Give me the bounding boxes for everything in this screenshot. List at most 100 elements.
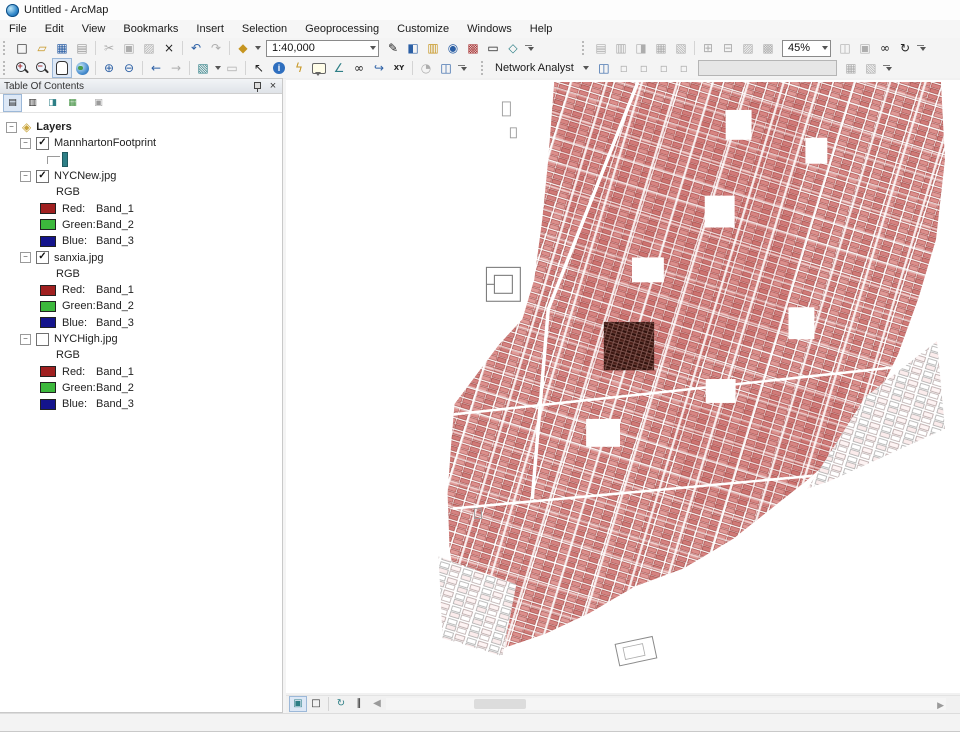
create-viewer-window-button[interactable]: ◫: [436, 58, 456, 78]
menu-help[interactable]: Help: [521, 20, 562, 38]
toc-close-icon[interactable]: ×: [268, 81, 278, 92]
list-by-visibility-button[interactable]: ◨: [43, 94, 62, 112]
go-back-extent-button[interactable]: ←: [146, 58, 166, 78]
modelbuilder-button[interactable]: ◇: [503, 38, 523, 58]
menu-customize[interactable]: Customize: [388, 20, 458, 38]
measure-tool[interactable]: ∠: [329, 58, 349, 78]
network-properties-button[interactable]: ▧: [861, 58, 881, 78]
menu-windows[interactable]: Windows: [458, 20, 521, 38]
layout-go-forward-extent-button[interactable]: ▩: [758, 38, 778, 58]
layout-pan-button[interactable]: ▧: [671, 38, 691, 58]
network-analyst-grip[interactable]: [481, 61, 488, 75]
html-popup-tool[interactable]: [309, 58, 329, 78]
horizontal-scrollbar[interactable]: ▶: [386, 698, 946, 710]
layers-root-label[interactable]: Layers: [36, 121, 71, 133]
fixed-zoom-out-button[interactable]: ⊖: [119, 58, 139, 78]
open-button[interactable]: ▱: [32, 38, 52, 58]
layer-label[interactable]: NYCHigh.jpg: [54, 333, 118, 345]
menu-insert[interactable]: Insert: [187, 20, 233, 38]
network-analyst-menu[interactable]: Network Analyst: [490, 62, 594, 74]
zoom-in-tool[interactable]: +: [12, 58, 32, 78]
pan-tool[interactable]: [52, 58, 72, 78]
menu-edit[interactable]: Edit: [36, 20, 73, 38]
new-map-button[interactable]: □: [12, 38, 32, 58]
add-data-dropdown[interactable]: [253, 39, 262, 57]
expander-icon[interactable]: −: [20, 252, 31, 263]
layout-zoom-in-button[interactable]: ◨: [631, 38, 651, 58]
layout-zoom-percent-combo[interactable]: 45%: [782, 40, 831, 57]
clear-selected-features-button[interactable]: ▭: [222, 58, 242, 78]
layout-view-button[interactable]: □: [307, 696, 325, 712]
data-driven-pages-button[interactable]: ↻: [895, 38, 915, 58]
catalog-window-button[interactable]: ▥: [423, 38, 443, 58]
scrollbar-thumb[interactable]: [474, 699, 526, 709]
table-of-contents-button[interactable]: ◧: [403, 38, 423, 58]
toolbar-overflow-button[interactable]: [456, 59, 467, 77]
layer-row-sanxia[interactable]: − ✓ sanxia.jpg: [0, 249, 282, 265]
select-features-dropdown[interactable]: [213, 59, 222, 77]
toolbar-overflow-button[interactable]: [881, 59, 892, 77]
pause-drawing-button[interactable]: ∥: [350, 696, 368, 712]
layer-label[interactable]: sanxia.jpg: [54, 252, 104, 264]
save-button[interactable]: ▦: [52, 38, 72, 58]
menu-bookmarks[interactable]: Bookmarks: [114, 20, 187, 38]
go-forward-extent-button[interactable]: →: [166, 58, 186, 78]
layout-zoom-out-button[interactable]: ▦: [651, 38, 671, 58]
fixed-zoom-in-button[interactable]: ⊕: [99, 58, 119, 78]
menu-view[interactable]: View: [73, 20, 115, 38]
layer-checkbox[interactable]: ✓: [36, 137, 49, 150]
focus-data-frame-button[interactable]: ▣: [855, 38, 875, 58]
layer-row-nycnew[interactable]: − ✓ NYCNew.jpg: [0, 168, 282, 184]
list-by-selection-button[interactable]: ▦: [63, 94, 82, 112]
paste-button[interactable]: ▨: [139, 38, 159, 58]
refresh-view-button[interactable]: ↻: [332, 696, 350, 712]
create-network-location-tool[interactable]: ▫: [614, 58, 634, 78]
toolbar-overflow-button[interactable]: [915, 39, 926, 57]
menu-file[interactable]: File: [0, 20, 36, 38]
menu-geoprocessing[interactable]: Geoprocessing: [296, 20, 388, 38]
layer-checkbox[interactable]: ✓: [36, 170, 49, 183]
layout-fixed-zoom-out-button[interactable]: ⊟: [718, 38, 738, 58]
toolbar-grip[interactable]: [3, 61, 10, 75]
add-data-button[interactable]: ◆: [233, 38, 253, 58]
map-canvas[interactable]: [286, 80, 960, 693]
select-elements-tool[interactable]: ↖: [249, 58, 269, 78]
go-to-xy-button[interactable]: XY: [389, 58, 409, 78]
layer-label[interactable]: MannhartonFootprint: [54, 137, 156, 149]
network-build-button[interactable]: ▦: [841, 58, 861, 78]
layer-row-mannhartonfootprint[interactable]: − ✓ MannhartonFootprint: [0, 135, 282, 151]
layer-checkbox[interactable]: [36, 333, 49, 346]
identify-tool[interactable]: i: [269, 58, 289, 78]
menu-selection[interactable]: Selection: [233, 20, 296, 38]
scroll-left-button[interactable]: ◀: [368, 696, 386, 712]
tree-root-row[interactable]: − ◈ Layers: [0, 119, 282, 135]
cut-button[interactable]: ✂: [99, 38, 119, 58]
scroll-right-icon[interactable]: ▶: [937, 700, 944, 711]
layout-toolbar-grip[interactable]: [582, 41, 589, 55]
layer-label[interactable]: NYCNew.jpg: [54, 170, 116, 182]
find-route-button[interactable]: ↪: [369, 58, 389, 78]
time-slider-button[interactable]: ◔: [416, 58, 436, 78]
toolbar-grip[interactable]: [3, 41, 10, 55]
search-window-button[interactable]: ◉: [443, 38, 463, 58]
auto-hide-pin-icon[interactable]: [252, 81, 262, 92]
editor-toolbar-button[interactable]: ✎: [383, 38, 403, 58]
delete-button[interactable]: ×: [159, 38, 179, 58]
layer-row-nychigh[interactable]: − NYCHigh.jpg: [0, 331, 282, 347]
footprint-symbol-row[interactable]: [0, 152, 282, 168]
layout-fixed-zoom-in-button[interactable]: ⊞: [698, 38, 718, 58]
list-by-drawing-order-button[interactable]: ▤: [3, 94, 22, 112]
toc-options-button[interactable]: ▣: [89, 94, 108, 112]
full-extent-button[interactable]: [72, 58, 92, 78]
zoom-out-tool[interactable]: −: [32, 58, 52, 78]
copy-button[interactable]: ▣: [119, 38, 139, 58]
change-layout-button[interactable]: ∞: [875, 38, 895, 58]
network-analyst-window-button[interactable]: ◫: [594, 58, 614, 78]
arctoolbox-button[interactable]: ▩: [463, 38, 483, 58]
print-button[interactable]: ▤: [72, 38, 92, 58]
toggle-draft-mode-button[interactable]: ◫: [835, 38, 855, 58]
network-dataset-button[interactable]: ▫: [674, 58, 694, 78]
expander-icon[interactable]: −: [20, 171, 31, 182]
hyperlink-tool[interactable]: ϟ: [289, 58, 309, 78]
toolbar-overflow-button[interactable]: [523, 39, 534, 57]
